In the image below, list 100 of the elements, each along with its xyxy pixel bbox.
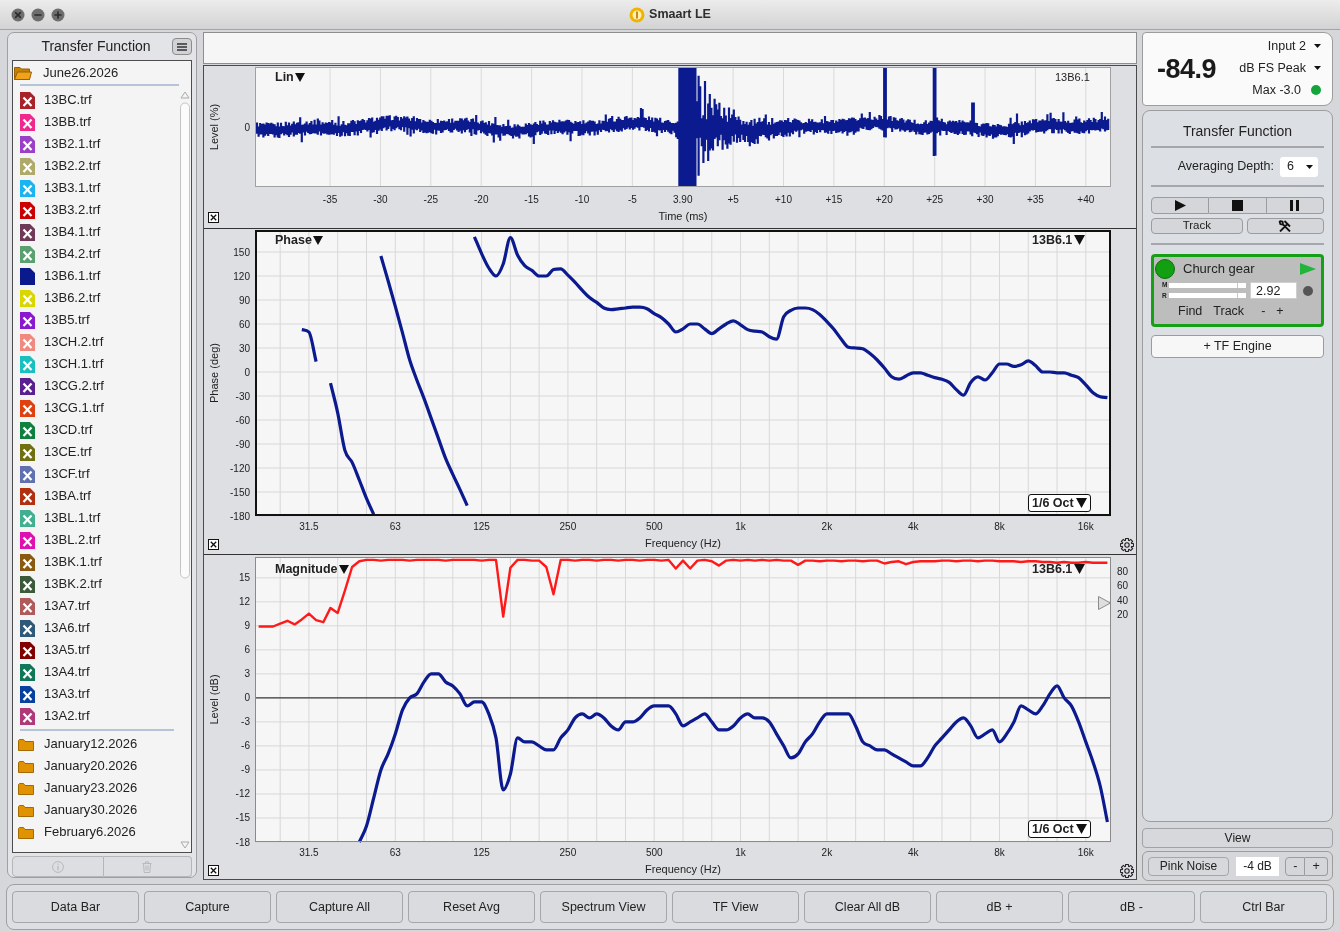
file-item[interactable]: 13B3.1.trf: [13, 177, 179, 199]
y2-tick-label: 60: [1117, 580, 1129, 592]
delay-field[interactable]: 2.92: [1250, 282, 1297, 299]
tools-icon: [1278, 220, 1293, 232]
toolbar-button[interactable]: Reset Avg: [408, 891, 535, 923]
find-button[interactable]: Find: [1178, 304, 1203, 318]
file-item[interactable]: 13B2.1.trf: [13, 133, 179, 155]
file-item[interactable]: 13BK.1.trf: [13, 551, 179, 573]
folder-item[interactable]: February6.2026: [13, 821, 179, 843]
file-item[interactable]: 13BK.2.trf: [13, 573, 179, 595]
trace-dropdown[interactable]: 13B6.1: [1032, 234, 1086, 247]
menu-icon: [177, 42, 187, 51]
add-engine-button[interactable]: + TF Engine: [1151, 335, 1324, 358]
y-tick-label: -15: [235, 812, 250, 824]
file-item[interactable]: 13B4.1.trf: [13, 221, 179, 243]
file-item[interactable]: 13BL.2.trf: [13, 529, 179, 551]
pause-button[interactable]: [1266, 197, 1324, 214]
file-item[interactable]: 13B6.2.trf: [13, 287, 179, 309]
input-dropdown[interactable]: Input 2: [1267, 35, 1321, 57]
settings-icon[interactable]: [1120, 538, 1134, 552]
file-item[interactable]: 13CG.1.trf: [13, 397, 179, 419]
toolbar-button[interactable]: Capture All: [276, 891, 403, 923]
mode-dropdown[interactable]: Magnitude: [275, 563, 349, 576]
decrement-button[interactable]: -: [1285, 856, 1306, 876]
toolbar-button[interactable]: dB +: [936, 891, 1063, 923]
play-button[interactable]: [1151, 197, 1210, 214]
window-minimize-icon[interactable]: [31, 7, 45, 22]
gain-field[interactable]: -4 dB: [1236, 856, 1279, 876]
tools-button[interactable]: [1246, 218, 1324, 234]
track-button[interactable]: Track: [1151, 218, 1243, 234]
file-item[interactable]: 13A4.trf: [13, 661, 179, 683]
triangle-marker-icon[interactable]: [1098, 596, 1111, 610]
file-item[interactable]: 13BB.trf: [13, 111, 179, 133]
y-tick-label: 30: [238, 342, 250, 354]
status-lamp-icon[interactable]: [1155, 259, 1175, 279]
y-axis-title: Level (dB): [208, 674, 220, 725]
caret-icon: [1074, 564, 1086, 575]
scrollbar[interactable]: [179, 89, 191, 851]
file-item[interactable]: 13BL.1.trf: [13, 507, 179, 529]
play-icon: [1174, 200, 1186, 211]
x-tick-label: +15: [825, 193, 843, 205]
file-item[interactable]: 13B2.2.trf: [13, 155, 179, 177]
toolbar-button[interactable]: Ctrl Bar: [1200, 891, 1327, 923]
generator-button[interactable]: Pink Noise: [1148, 856, 1229, 876]
file-item[interactable]: 13A6.trf: [13, 617, 179, 639]
smoothing-dropdown[interactable]: 1/6 Oct: [1028, 820, 1091, 838]
y-tick-label: -90: [235, 438, 250, 450]
y-tick-label: 12: [238, 596, 250, 608]
folder-item[interactable]: June26.2026: [13, 61, 179, 84]
mode-dropdown[interactable]: Phase: [275, 234, 323, 247]
x-tick-label: 4k: [907, 846, 919, 858]
toolbar-button[interactable]: Spectrum View: [540, 891, 667, 923]
y-tick-label: 90: [238, 294, 250, 306]
toolbar-button[interactable]: dB -: [1068, 891, 1195, 923]
file-item[interactable]: 13BA.trf: [13, 485, 179, 507]
menu-button[interactable]: [172, 38, 192, 55]
file-item[interactable]: 13CD.trf: [13, 419, 179, 441]
file-item[interactable]: 13A2.trf: [13, 705, 179, 727]
settings-icon[interactable]: [1120, 864, 1134, 878]
caret-icon: [1075, 498, 1087, 508]
file-item[interactable]: 13B4.2.trf: [13, 243, 179, 265]
trace-dropdown[interactable]: 13B6.1: [1032, 563, 1086, 576]
file-item[interactable]: 13A3.trf: [13, 683, 179, 705]
folder-item[interactable]: January20.2026: [13, 755, 179, 777]
y-tick-label: -150: [230, 486, 250, 498]
view-button[interactable]: View: [1142, 828, 1333, 848]
toolbar-button[interactable]: TF View: [672, 891, 799, 923]
window-zoom-icon[interactable]: [51, 7, 65, 22]
toolbar-button[interactable]: Clear All dB: [804, 891, 931, 923]
file-item[interactable]: 13CG.2.trf: [13, 375, 179, 397]
track-button[interactable]: Track: [1213, 304, 1245, 318]
folder-item[interactable]: January30.2026: [13, 799, 179, 821]
file-item[interactable]: 13B6.1.trf: [13, 265, 179, 287]
toolbar-button[interactable]: Capture: [144, 891, 271, 923]
file-item[interactable]: 13B5.trf: [13, 309, 179, 331]
plus-button[interactable]: +: [1276, 304, 1284, 318]
file-item[interactable]: 13A7.trf: [13, 595, 179, 617]
averaging-dropdown[interactable]: 6: [1280, 156, 1318, 177]
stop-button[interactable]: [1209, 197, 1267, 214]
caret-icon: [1075, 824, 1087, 834]
window-close-icon[interactable]: [11, 7, 25, 22]
file-item[interactable]: 13CH.1.trf: [13, 353, 179, 375]
minus-button[interactable]: -: [1261, 304, 1266, 318]
file-item[interactable]: 13CH.2.trf: [13, 331, 179, 353]
smoothing-dropdown[interactable]: 1/6 Oct: [1028, 494, 1091, 512]
file-item[interactable]: 13BC.trf: [13, 89, 179, 111]
close-icon[interactable]: [208, 865, 219, 876]
scale-dropdown[interactable]: dB FS Peak: [1239, 57, 1321, 79]
folder-item[interactable]: January23.2026: [13, 777, 179, 799]
close-icon[interactable]: [208, 539, 219, 550]
close-icon[interactable]: [208, 212, 219, 223]
file-item[interactable]: 13B3.2.trf: [13, 199, 179, 221]
toolbar-button[interactable]: Data Bar: [12, 891, 139, 923]
increment-button[interactable]: +: [1305, 856, 1328, 876]
file-item[interactable]: 13CF.trf: [13, 463, 179, 485]
folder-item[interactable]: January12.2026: [13, 733, 179, 755]
file-item[interactable]: 13CE.trf: [13, 441, 179, 463]
caret-icon: [1074, 235, 1086, 246]
file-item[interactable]: 13A5.trf: [13, 639, 179, 661]
x-tick-label: 250: [559, 520, 577, 532]
